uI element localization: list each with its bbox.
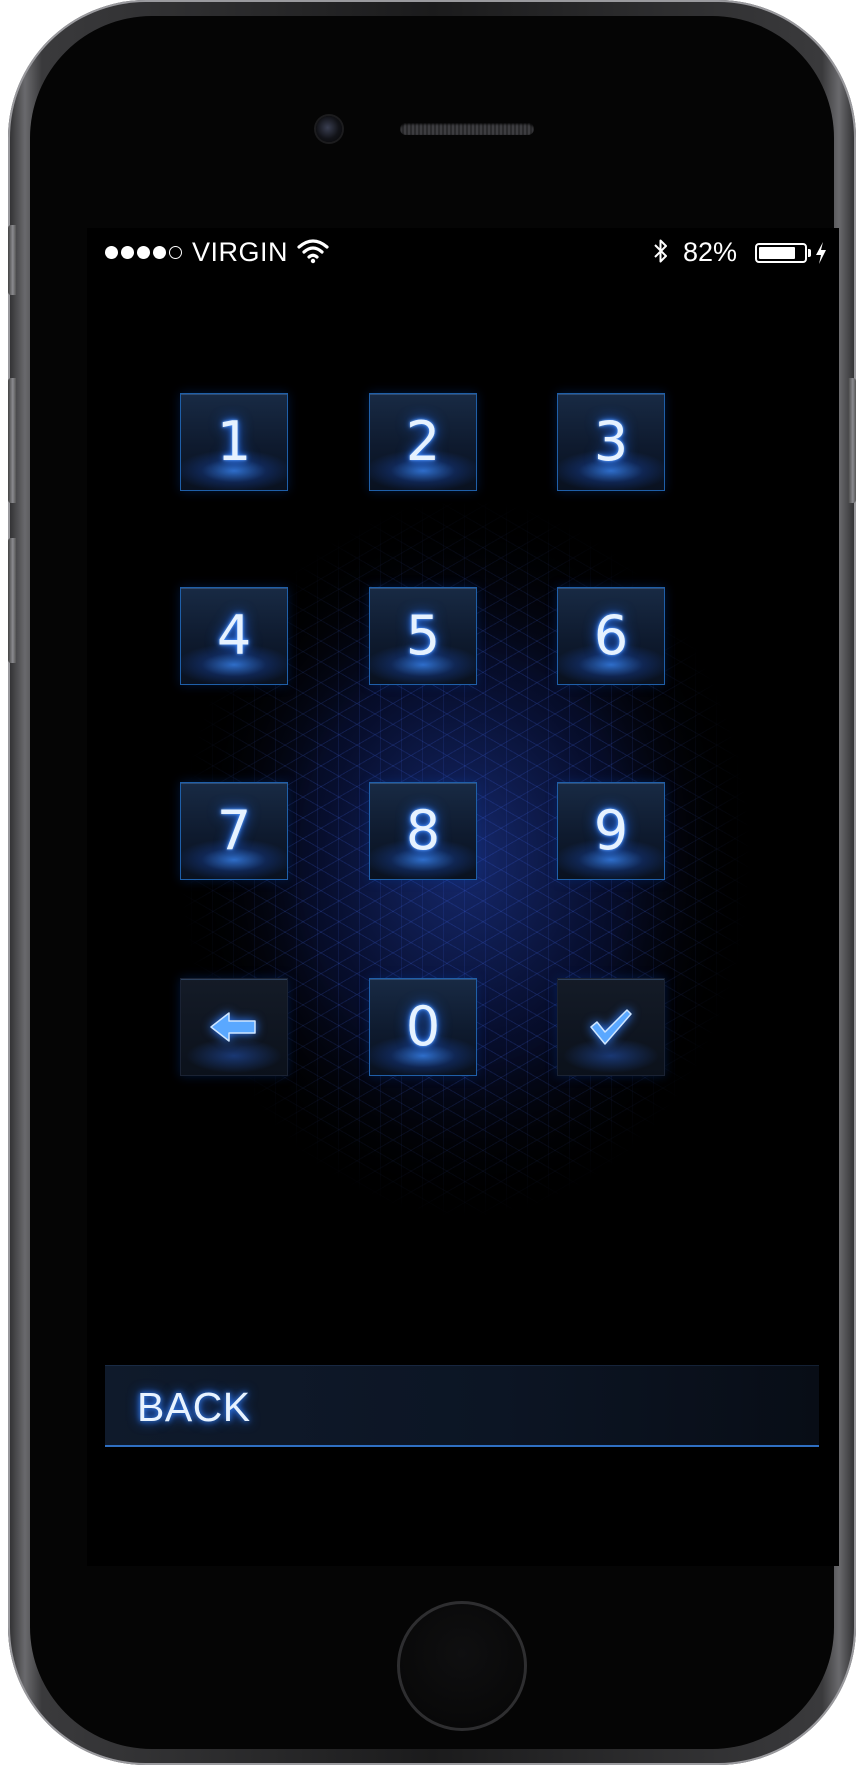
earpiece-speaker xyxy=(400,123,534,135)
mute-switch xyxy=(8,225,16,295)
phone-shell: VIRGIN 82% 1 2 3 4 5 6 7 8 9 0 BACK xyxy=(8,0,856,1765)
key-label: 5 xyxy=(405,604,441,667)
key-label: 3 xyxy=(593,410,629,473)
key-label: 4 xyxy=(216,604,252,667)
arrow-left-icon xyxy=(210,1012,256,1042)
home-button[interactable] xyxy=(397,1601,527,1731)
backspace-button[interactable] xyxy=(180,978,288,1076)
key-0[interactable]: 0 xyxy=(369,978,477,1076)
key-8[interactable]: 8 xyxy=(369,782,477,880)
key-9[interactable]: 9 xyxy=(557,782,665,880)
key-label: 7 xyxy=(216,799,252,862)
key-5[interactable]: 5 xyxy=(369,587,477,685)
key-label: 1 xyxy=(216,410,252,473)
key-2[interactable]: 2 xyxy=(369,393,477,491)
key-4[interactable]: 4 xyxy=(180,587,288,685)
checkmark-icon xyxy=(590,1009,632,1045)
key-label: 8 xyxy=(405,799,441,862)
key-7[interactable]: 7 xyxy=(180,782,288,880)
key-label: 2 xyxy=(405,410,441,473)
screen: VIRGIN 82% 1 2 3 4 5 6 7 8 9 0 BACK xyxy=(87,228,839,1566)
phone-face: VIRGIN 82% 1 2 3 4 5 6 7 8 9 0 BACK xyxy=(30,16,839,1749)
volume-up-button xyxy=(8,378,16,503)
volume-down-button xyxy=(8,538,16,663)
key-1[interactable]: 1 xyxy=(180,393,288,491)
key-label: 0 xyxy=(405,995,441,1058)
key-label: 9 xyxy=(593,799,629,862)
key-label: 6 xyxy=(593,604,629,667)
back-button[interactable]: BACK xyxy=(105,1365,819,1447)
back-label: BACK xyxy=(137,1384,251,1430)
confirm-button[interactable] xyxy=(557,978,665,1076)
key-3[interactable]: 3 xyxy=(557,393,665,491)
front-camera xyxy=(316,116,342,142)
power-button xyxy=(848,378,856,503)
key-6[interactable]: 6 xyxy=(557,587,665,685)
